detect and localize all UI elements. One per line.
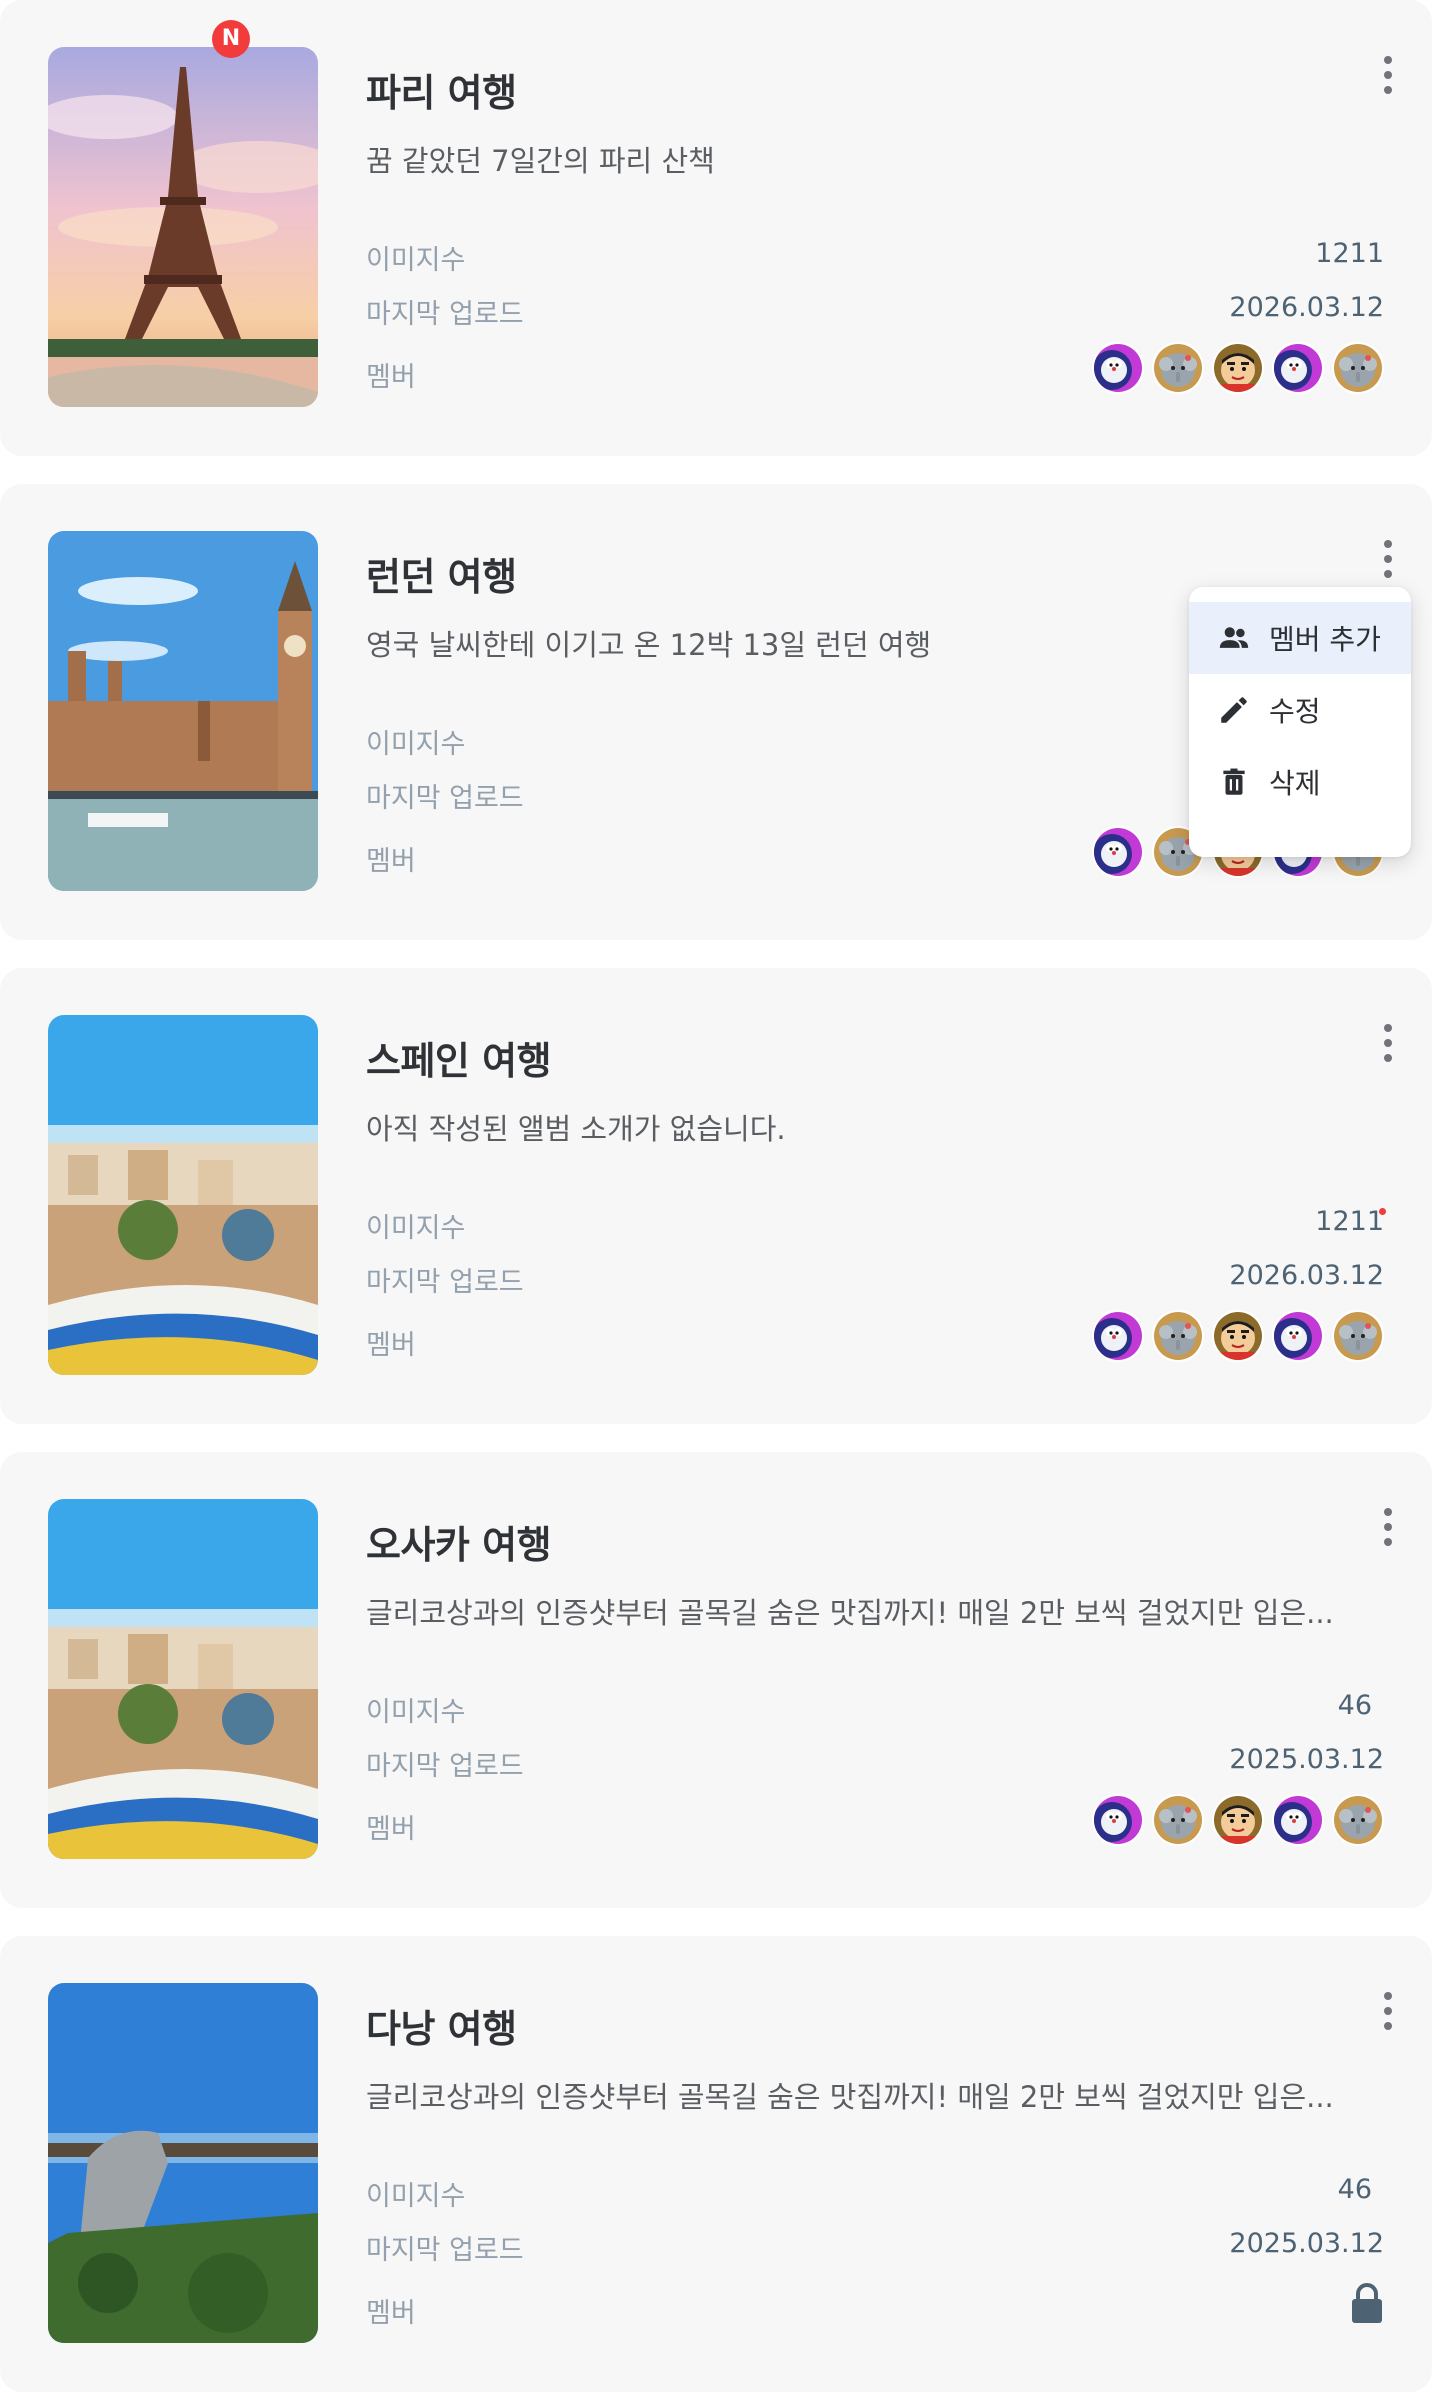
shinchan-avatar xyxy=(1212,1794,1264,1846)
shinchan-avatar xyxy=(1212,1310,1264,1362)
elephant-avatar xyxy=(1152,1794,1204,1846)
members-label: 멤버 xyxy=(366,2298,416,2329)
elephant-avatar xyxy=(1152,1310,1204,1362)
eiffel-tower-photo xyxy=(48,47,318,407)
menu-item-label: 멤버 추가 xyxy=(1269,623,1381,656)
album-thumbnail[interactable] xyxy=(48,1499,318,1859)
album-description: 아직 작성된 앨범 소개가 없습니다. xyxy=(366,1112,786,1146)
doraemon-avatar xyxy=(1272,1794,1324,1846)
image-count-label: 이미지수 xyxy=(366,245,466,276)
doraemon-avatar xyxy=(1092,826,1144,878)
barcelona-photo xyxy=(48,1499,318,1859)
image-count-value: 1211 xyxy=(1315,1206,1386,1237)
album-card-danang[interactable]: 다낭 여행 글리코상과의 인증샷부터 골목길 숨은 맛집까지! 매일 2만 보씩… xyxy=(0,1936,1432,2392)
elephant-avatar xyxy=(1332,1794,1384,1846)
album-title: 스페인 여행 xyxy=(366,1039,552,1083)
last-upload-label: 마지막 업로드 xyxy=(366,1751,524,1782)
add-member-menu-item[interactable]: 멤버 추가 xyxy=(1189,602,1411,674)
pencil-icon xyxy=(1221,697,1247,723)
more-options-icon[interactable] xyxy=(1376,1504,1400,1548)
doraemon-avatar xyxy=(1092,1794,1144,1846)
edit-menu-item[interactable]: 수정 xyxy=(1189,674,1411,746)
big-ben-photo xyxy=(48,531,318,891)
album-thumbnail[interactable] xyxy=(48,1983,318,2343)
context-menu: 멤버 추가 수정 삭제 xyxy=(1189,587,1411,857)
elephant-avatar xyxy=(1332,342,1384,394)
image-count-value: 46 xyxy=(1337,1690,1372,1721)
last-upload-value: 2025.03.12 xyxy=(1229,1744,1384,1775)
lock-icon xyxy=(1352,2283,1382,2323)
menu-item-label: 삭제 xyxy=(1269,767,1321,800)
album-thumbnail[interactable] xyxy=(48,47,318,407)
album-card-paris[interactable]: N 파리 여행 꿈 같았던 7일간의 파리 산책 이미지수 마지막 업로드 멤버… xyxy=(0,0,1432,456)
doraemon-avatar xyxy=(1092,1310,1144,1362)
delete-menu-item[interactable]: 삭제 xyxy=(1189,746,1411,818)
album-thumbnail[interactable] xyxy=(48,531,318,891)
album-title: 다낭 여행 xyxy=(366,2007,517,2051)
last-upload-value: 2025.03.12 xyxy=(1229,2228,1384,2259)
new-badge: N xyxy=(212,20,250,58)
elephant-avatar xyxy=(1152,342,1204,394)
more-options-icon[interactable] xyxy=(1376,1020,1400,1064)
golden-bridge-photo xyxy=(48,1983,318,2343)
doraemon-avatar xyxy=(1092,342,1144,394)
last-upload-label: 마지막 업로드 xyxy=(366,299,524,330)
member-avatars[interactable] xyxy=(1092,1310,1384,1364)
more-options-icon[interactable] xyxy=(1376,52,1400,96)
shinchan-avatar xyxy=(1212,342,1264,394)
image-count-value: 1211 xyxy=(1315,238,1384,269)
album-title: 런던 여행 xyxy=(366,555,517,599)
members-label: 멤버 xyxy=(366,846,416,877)
members-label: 멤버 xyxy=(366,1814,416,1845)
last-upload-label: 마지막 업로드 xyxy=(366,783,524,814)
album-title: 파리 여행 xyxy=(366,71,517,115)
member-avatars[interactable] xyxy=(1092,1794,1384,1848)
doraemon-avatar xyxy=(1272,342,1324,394)
album-description: 꿈 같았던 7일간의 파리 산책 xyxy=(366,144,715,178)
more-options-icon[interactable] xyxy=(1376,536,1400,580)
album-description: 글리코상과의 인증샷부터 골목길 숨은 맛집까지! 매일 2만 보씩 걸었지만 … xyxy=(366,1596,1334,1630)
image-count-label: 이미지수 xyxy=(366,1697,466,1728)
image-count-label: 이미지수 xyxy=(366,2181,466,2212)
elephant-avatar xyxy=(1332,1310,1384,1362)
member-avatars[interactable] xyxy=(1092,342,1384,396)
image-count-label: 이미지수 xyxy=(366,729,466,760)
people-icon xyxy=(1219,627,1249,648)
album-list: N 파리 여행 꿈 같았던 7일간의 파리 산책 이미지수 마지막 업로드 멤버… xyxy=(0,0,1432,2392)
last-upload-label: 마지막 업로드 xyxy=(366,2235,524,2266)
menu-item-label: 수정 xyxy=(1269,695,1321,728)
doraemon-avatar xyxy=(1272,1310,1324,1362)
album-card-spain[interactable]: 스페인 여행 아직 작성된 앨범 소개가 없습니다. 이미지수 마지막 업로드 … xyxy=(0,968,1432,1424)
image-count-value: 46 xyxy=(1337,2174,1372,2205)
members-label: 멤버 xyxy=(366,1330,416,1361)
new-dot-indicator xyxy=(1379,1208,1386,1215)
last-upload-label: 마지막 업로드 xyxy=(366,1267,524,1298)
image-count-label: 이미지수 xyxy=(366,1213,466,1244)
last-upload-value: 2026.03.12 xyxy=(1229,292,1384,323)
trash-icon xyxy=(1223,768,1245,795)
album-card-osaka[interactable]: 오사카 여행 글리코상과의 인증샷부터 골목길 숨은 맛집까지! 매일 2만 보… xyxy=(0,1452,1432,1908)
album-description: 글리코상과의 인증샷부터 골목길 숨은 맛집까지! 매일 2만 보씩 걸었지만 … xyxy=(366,2080,1334,2114)
members-label: 멤버 xyxy=(366,362,416,393)
last-upload-value: 2026.03.12 xyxy=(1229,1260,1384,1291)
more-options-icon[interactable] xyxy=(1376,1988,1400,2032)
album-title: 오사카 여행 xyxy=(366,1523,552,1567)
album-thumbnail[interactable] xyxy=(48,1015,318,1375)
barcelona-photo xyxy=(48,1015,318,1375)
